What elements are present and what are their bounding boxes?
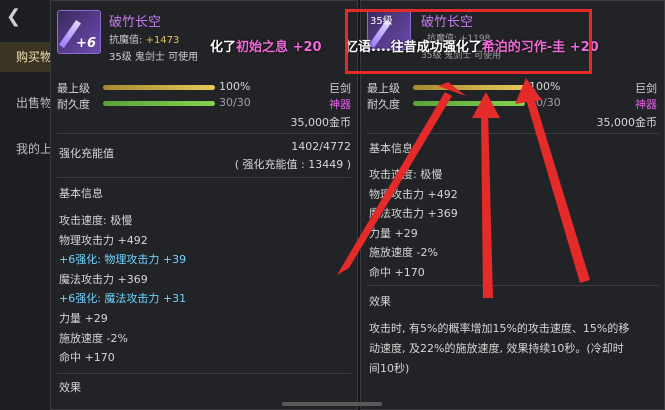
arrow-left <box>337 92 452 275</box>
arrow-right <box>525 94 590 283</box>
horizontal-scrollbar[interactable] <box>282 402 382 406</box>
annotation-arrows <box>337 78 590 298</box>
arrow-mid <box>481 110 493 298</box>
